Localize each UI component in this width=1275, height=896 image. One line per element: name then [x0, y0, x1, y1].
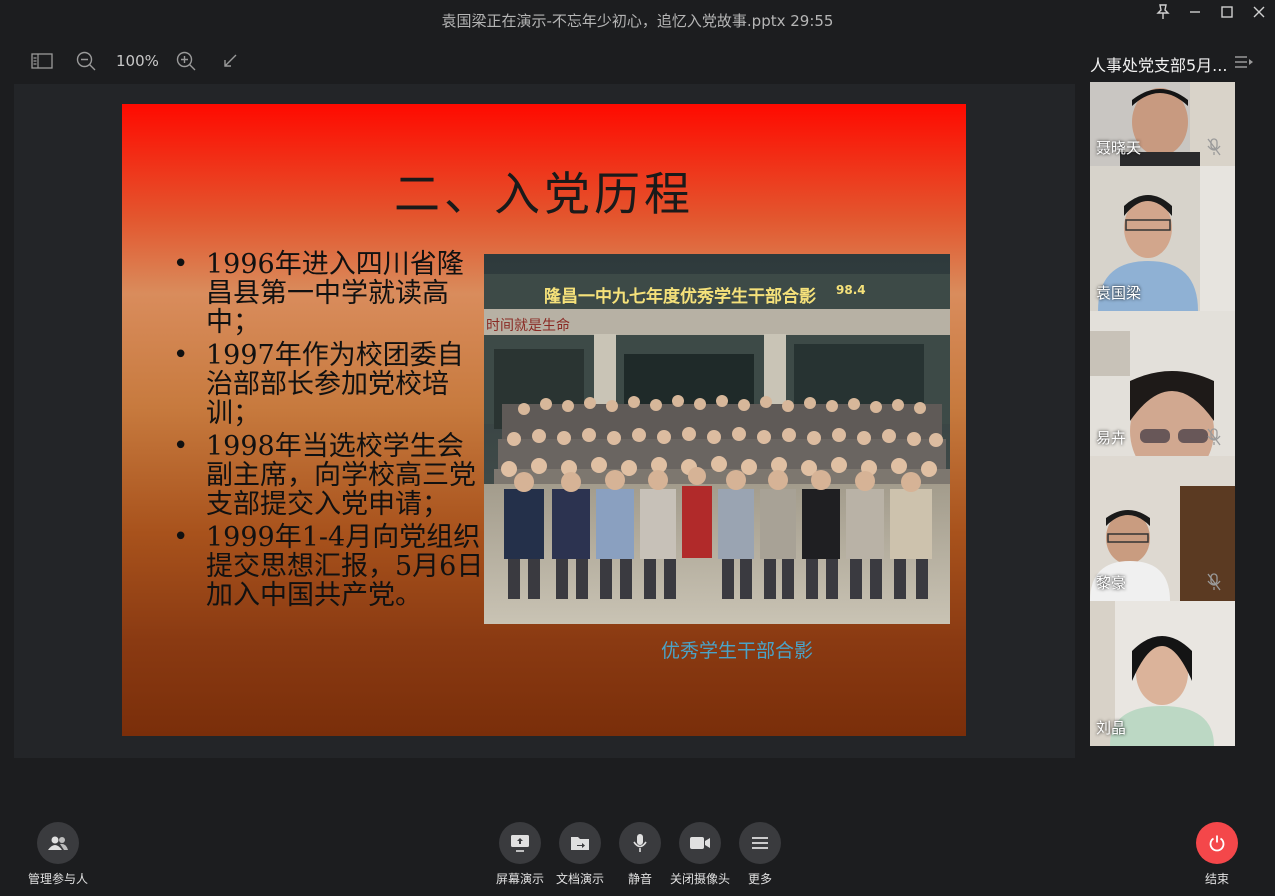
power-icon [1196, 822, 1238, 864]
pin-icon[interactable] [1147, 0, 1179, 24]
video-camera-icon [679, 822, 721, 864]
zoom-level: 100% [116, 52, 159, 70]
minimize-icon[interactable] [1179, 0, 1211, 24]
manage-participants-label: 管理参与人 [27, 872, 88, 886]
window-controls [1147, 0, 1275, 24]
slide-title: 二、入党历程 [394, 167, 694, 221]
meeting-title: 人事处党支部5月... [1090, 56, 1228, 75]
mute-label: 静音 [627, 872, 652, 886]
title-bar: 袁国梁正在演示-不忘年少初心，追忆入党故事.pptx 29:55 [0, 0, 1275, 40]
participant-name: 袁国梁 [1096, 284, 1142, 302]
maximize-icon[interactable] [1211, 0, 1243, 24]
muted-mic-icon [1207, 428, 1221, 446]
more-label: 更多 [747, 872, 772, 886]
close-icon[interactable] [1243, 0, 1275, 24]
photo-banner: 隆昌一中九七年度优秀学生干部合影 [544, 286, 816, 307]
manage-participants-button[interactable]: 管理参与人 [16, 822, 100, 887]
group-photo: 隆昌一中九七年度优秀学生干部合影 98.4 时间就是生命 [484, 254, 950, 624]
slide-bullet: 1997年作为校团委自治部部长参加党校培训； [170, 341, 484, 428]
zoom-in-icon[interactable] [172, 48, 200, 74]
participant-tile[interactable]: 聂晓天 [1090, 82, 1235, 166]
participant-name: 刘晶 [1096, 719, 1127, 737]
presentation-stage: 二、入党历程 1996年进入四川省隆昌县第一中学就读高中； 1997年作为校团委… [14, 84, 1075, 758]
slide-bullet-list: 1996年进入四川省隆昌县第一中学就读高中； 1997年作为校团委自治部部长参加… [170, 250, 484, 614]
screen-share-label: 屏幕演示 [495, 872, 544, 886]
photo-date: 98.4 [836, 283, 866, 297]
doc-share-label: 文档演示 [555, 872, 604, 886]
document-share-icon [559, 822, 601, 864]
participant-name: 黎豪 [1096, 574, 1127, 592]
slide-bullet: 1999年1-4月向党组织提交思想汇报，5月6日加入中国共产党。 [170, 523, 484, 610]
muted-mic-icon [1207, 573, 1221, 591]
more-button[interactable]: 更多 [718, 822, 802, 887]
participant-tile[interactable]: 袁国梁 [1090, 166, 1235, 311]
window-title: 袁国梁正在演示-不忘年少初心，追忆入党故事.pptx 29:55 [441, 12, 834, 30]
meeting-window: 袁国梁正在演示-不忘年少初心，追忆入党故事.pptx 29:55 100% 二、… [0, 0, 1275, 896]
microphone-icon [619, 822, 661, 864]
slide-bullet: 1998年当选校学生会副主席，向学校高三党支部提交入党申请； [170, 432, 484, 519]
exit-fullscreen-icon[interactable] [216, 48, 244, 74]
meeting-controls: 管理参与人 屏幕演示 文档演示 静音 关闭摄像头 更多 结束 [0, 800, 1275, 896]
end-label: 结束 [1204, 872, 1229, 886]
photo-caption: 优秀学生干部合影 [660, 640, 813, 662]
slide-bullet: 1996年进入四川省隆昌县第一中学就读高中； [170, 250, 484, 337]
menu-icon [739, 822, 781, 864]
participant-tile[interactable]: 易卉 [1090, 311, 1235, 456]
muted-mic-icon [1207, 138, 1221, 156]
participant-name: 聂晓天 [1096, 139, 1142, 157]
screen-share-icon [499, 822, 541, 864]
end-meeting-button[interactable]: 结束 [1175, 822, 1259, 887]
thumbnail-panel-icon[interactable] [28, 48, 56, 74]
photo-wall-text: 时间就是生命 [486, 317, 570, 334]
document-toolbar: 100% [28, 48, 260, 74]
participants-icon [37, 822, 79, 864]
slide: 二、入党历程 1996年进入四川省隆昌县第一中学就读高中； 1997年作为校团委… [122, 104, 966, 736]
participant-name: 易卉 [1096, 429, 1127, 447]
participant-list-icon[interactable] [1234, 54, 1254, 70]
participant-video-list: 聂晓天 袁国梁 易卉 黎豪 刘晶 [1090, 82, 1235, 746]
participant-tile[interactable]: 黎豪 [1090, 456, 1235, 601]
zoom-out-icon[interactable] [72, 48, 100, 74]
participant-tile[interactable]: 刘晶 [1090, 601, 1235, 746]
